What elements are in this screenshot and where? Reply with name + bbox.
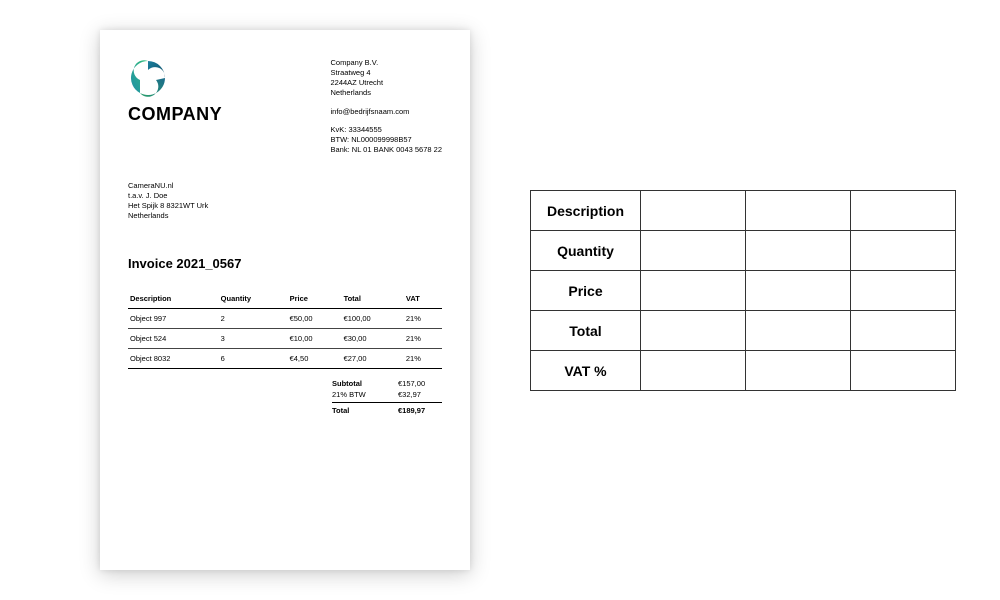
schema-row: Price	[531, 271, 956, 311]
client-country: Netherlands	[128, 211, 442, 221]
invoice-header: COMPANY Company B.V. Straatweg 4 2244AZ …	[128, 58, 442, 163]
subtotal-value: €157,00	[392, 379, 442, 388]
totals-block: Subtotal €157,00 21% BTW €32,97 Total €1…	[128, 379, 442, 415]
grand-total-label: Total	[332, 406, 392, 415]
col-description: Description	[128, 289, 219, 309]
company-email: info@bedrijfsnaam.com	[331, 107, 443, 117]
company-postal-city: 2244AZ Utrecht	[331, 78, 443, 88]
logo-block: COMPANY	[128, 58, 222, 125]
table-row: Object 524 3 €10,00 €30,00 21%	[128, 328, 442, 348]
schema-row: Quantity	[531, 231, 956, 271]
subtotal-label: Subtotal	[332, 379, 392, 388]
company-country: Netherlands	[331, 88, 443, 98]
schema-row: Description	[531, 191, 956, 231]
schema-table: Description Quantity Price Total VAT %	[530, 190, 956, 391]
invoice-page: COMPANY Company B.V. Straatweg 4 2244AZ …	[100, 30, 470, 570]
client-street: Het Spijk 8 8321WT Urk	[128, 201, 442, 211]
client-attn: t.a.v. J. Doe	[128, 191, 442, 201]
company-bank-row: Bank: NL 01 BANK 0043 5678 22	[331, 145, 443, 155]
schema-row: Total	[531, 311, 956, 351]
invoice-title: Invoice 2021_0567	[128, 256, 442, 271]
company-details: Company B.V. Straatweg 4 2244AZ Utrecht …	[331, 58, 443, 163]
company-name: Company B.V.	[331, 58, 443, 68]
company-logo-icon	[128, 58, 168, 100]
col-quantity: Quantity	[219, 289, 288, 309]
col-price: Price	[288, 289, 342, 309]
company-btw-row: BTW: NL000099998B57	[331, 135, 443, 145]
items-header-row: Description Quantity Price Total VAT	[128, 289, 442, 309]
vat-total-label: 21% BTW	[332, 390, 392, 399]
table-row: Object 8032 6 €4,50 €27,00 21%	[128, 348, 442, 368]
schema-row: VAT %	[531, 351, 956, 391]
grand-total-value: €189,97	[392, 406, 442, 415]
items-table: Description Quantity Price Total VAT Obj…	[128, 289, 442, 369]
col-total: Total	[342, 289, 404, 309]
table-row: Object 997 2 €50,00 €100,00 21%	[128, 308, 442, 328]
client-name: CameraNU.nl	[128, 181, 442, 191]
company-kvk-row: KvK: 33344555	[331, 125, 443, 135]
vat-total-value: €32,97	[392, 390, 442, 399]
col-vat: VAT	[404, 289, 442, 309]
client-block: CameraNU.nl t.a.v. J. Doe Het Spijk 8 83…	[128, 181, 442, 222]
company-street: Straatweg 4	[331, 68, 443, 78]
company-wordmark: COMPANY	[128, 104, 222, 125]
